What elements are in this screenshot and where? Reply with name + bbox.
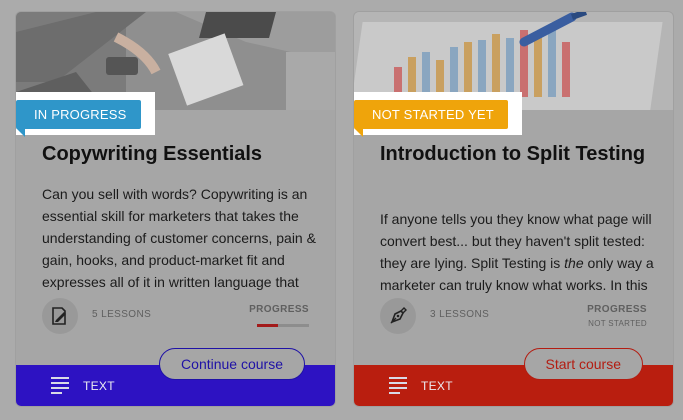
status-badge: NOT STARTED YET (354, 100, 508, 129)
course-title: Introduction to Split Testing (380, 143, 646, 165)
progress-label: PROGRESS (249, 304, 309, 315)
start-course-button[interactable]: Start course (523, 348, 643, 380)
content-type-label: TEXT (83, 378, 115, 393)
course-card[interactable]: NOT STARTED YET Introduction to Split Te… (354, 12, 673, 406)
ribbon-fold (354, 128, 363, 137)
content-type-label: TEXT (421, 378, 453, 393)
progress-label: PROGRESS (587, 304, 647, 315)
status-ribbon: NOT STARTED YET (354, 92, 522, 137)
progress-status: NOT STARTED (588, 319, 647, 328)
course-description: Can you sell with words? Copywriting is … (42, 186, 316, 290)
ribbon-fold (16, 128, 25, 137)
lesson-count: 3 LESSONS (430, 309, 490, 320)
text-lines-icon (51, 377, 69, 394)
pen-document-icon (42, 298, 78, 334)
progress-bar (257, 324, 309, 327)
text-lines-icon (389, 377, 407, 394)
status-ribbon: IN PROGRESS (16, 92, 155, 137)
fountain-pen-icon (380, 298, 416, 334)
continue-course-button[interactable]: Continue course (159, 348, 305, 380)
course-title: Copywriting Essentials (42, 143, 263, 165)
course-card[interactable]: IN PROGRESS Copywriting Essentials Can y… (16, 12, 335, 406)
description-emphasis: the (564, 255, 584, 271)
lesson-count: 5 LESSONS (92, 309, 152, 320)
course-description: If anyone tells you they know what page … (380, 208, 655, 318)
progress-fill (257, 324, 278, 327)
status-badge: IN PROGRESS (16, 100, 141, 129)
